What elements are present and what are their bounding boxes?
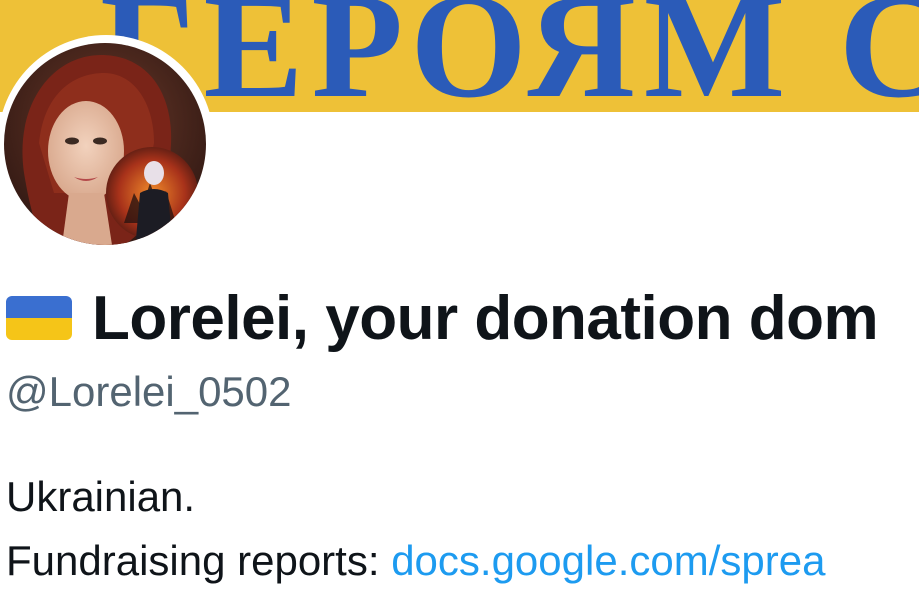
profile-page: ГЕРОЯМ СЛ — [0, 0, 919, 604]
bio-label: Fundraising reports: — [6, 537, 392, 584]
avatar[interactable] — [4, 43, 206, 245]
bio-link[interactable]: docs.google.com/sprea — [391, 537, 825, 584]
user-handle: @Lorelei_0502 — [6, 368, 292, 415]
display-name-row: Lorelei, your donation dom — [6, 282, 919, 354]
ukraine-flag-icon — [6, 296, 72, 340]
display-name: Lorelei, your donation dom — [92, 283, 879, 353]
bio-line-1: Ukrainian. — [6, 473, 196, 520]
bio-line-2: Fundraising reports: docs.google.com/spr… — [6, 537, 825, 585]
banner-slogan: ГЕРОЯМ СЛ — [100, 0, 919, 112]
avatar-image — [4, 43, 206, 245]
